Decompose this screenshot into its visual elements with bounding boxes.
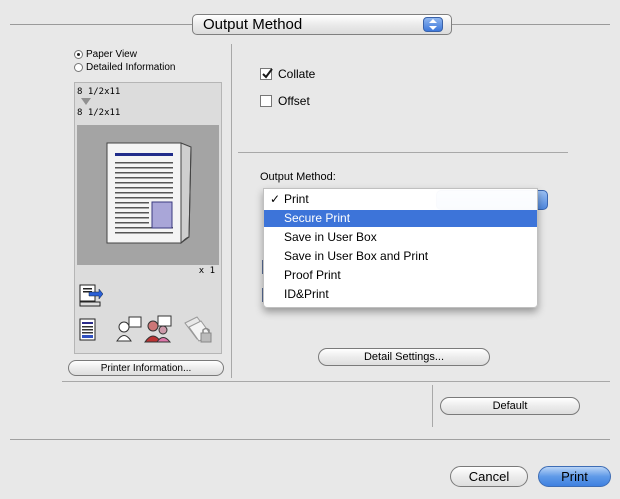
radio-selected-icon bbox=[74, 50, 83, 59]
radio-unselected-icon bbox=[74, 63, 83, 72]
menu-item-id-print[interactable]: ID&Print bbox=[264, 286, 537, 303]
menu-item-label: Proof Print bbox=[284, 268, 341, 282]
panel-divider bbox=[231, 44, 232, 378]
options-divider bbox=[238, 152, 568, 153]
menu-item-save-in-user-box[interactable]: Save in User Box bbox=[264, 229, 537, 246]
menu-item-save-in-user-box-and-print[interactable]: Save in User Box and Print bbox=[264, 248, 537, 265]
default-divider bbox=[432, 385, 433, 427]
menu-item-label: Secure Print bbox=[284, 211, 351, 225]
radio-label: Paper View bbox=[86, 49, 137, 60]
default-button[interactable]: Default bbox=[440, 397, 580, 415]
button-label: Printer Information... bbox=[100, 362, 192, 374]
menu-item-label: ID&Print bbox=[284, 287, 329, 301]
offset-checkbox[interactable]: Offset bbox=[260, 94, 310, 108]
header-rule-right bbox=[452, 24, 610, 25]
print-button[interactable]: Print bbox=[538, 466, 611, 487]
output-method-menu[interactable]: ✓ Print Secure Print Save in User Box Sa… bbox=[263, 188, 538, 308]
user-group-icon bbox=[144, 315, 172, 343]
button-label: Print bbox=[561, 469, 588, 484]
collate-checkbox[interactable]: Collate bbox=[260, 67, 315, 81]
settings-bottom-divider bbox=[62, 381, 610, 382]
document-page-icon bbox=[106, 142, 192, 244]
menu-item-label: Save in User Box and Print bbox=[284, 249, 429, 263]
checkbox-unchecked-icon bbox=[260, 95, 272, 107]
button-label: Default bbox=[492, 400, 528, 412]
popup-label: Output Method bbox=[203, 16, 303, 33]
menu-item-proof-print[interactable]: Proof Print bbox=[264, 267, 537, 284]
cancel-button[interactable]: Cancel bbox=[450, 466, 528, 487]
document-icon bbox=[79, 318, 96, 341]
dialog-footer-divider bbox=[10, 439, 610, 440]
menu-item-print[interactable]: ✓ Print bbox=[264, 191, 537, 208]
button-label: Detail Settings... bbox=[363, 351, 445, 363]
checkmark-icon: ✓ bbox=[270, 192, 281, 206]
original-paper-size: 8 1/2x11 bbox=[77, 87, 121, 97]
secure-document-icon bbox=[184, 316, 212, 343]
output-method-popup[interactable]: Output Method bbox=[192, 14, 452, 35]
output-paper-size: 8 1/2x11 bbox=[77, 108, 121, 118]
checkbox-checked-icon bbox=[260, 68, 273, 80]
radio-detailed-info[interactable]: Detailed Information bbox=[74, 61, 176, 74]
printer-information-button[interactable]: Printer Information... bbox=[68, 360, 224, 376]
checkbox-label: Offset bbox=[278, 94, 310, 108]
output-tray-icon bbox=[79, 284, 103, 307]
print-preview: 8 1/2x11 8 1/2x11 x 1 bbox=[74, 82, 222, 354]
preview-area bbox=[77, 125, 219, 265]
arrow-down-icon bbox=[81, 98, 91, 105]
detail-settings-button[interactable]: Detail Settings... bbox=[318, 348, 490, 366]
menu-item-secure-print[interactable]: Secure Print bbox=[264, 210, 537, 227]
radio-label: Detailed Information bbox=[86, 62, 176, 73]
checkbox-label: Collate bbox=[278, 67, 316, 81]
user-icon bbox=[116, 316, 142, 342]
button-label: Cancel bbox=[468, 469, 510, 484]
menu-item-label: Print bbox=[284, 192, 309, 206]
header-rule-left bbox=[10, 24, 192, 25]
radio-paper-view[interactable]: Paper View bbox=[74, 48, 137, 61]
output-method-label: Output Method: bbox=[260, 171, 336, 183]
copies-count: x 1 bbox=[198, 266, 215, 276]
stepper-arrows-icon bbox=[423, 17, 443, 32]
menu-item-label: Save in User Box bbox=[284, 230, 377, 244]
